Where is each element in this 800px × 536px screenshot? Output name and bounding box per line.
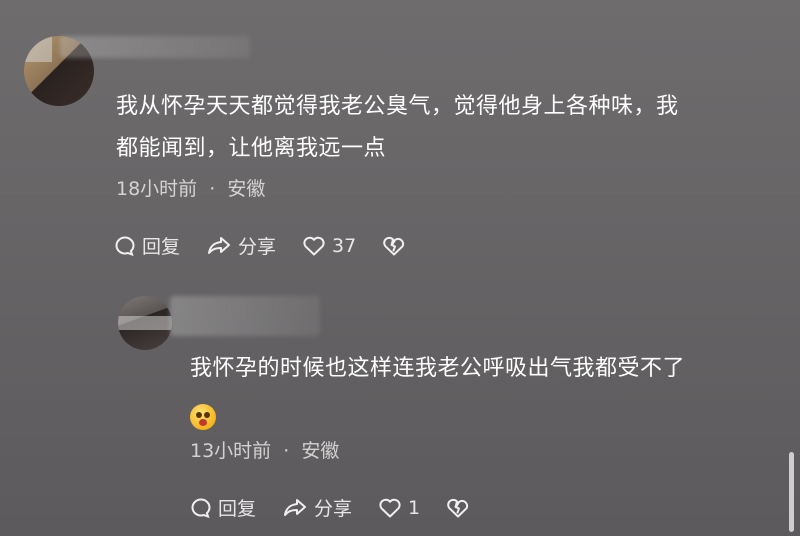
timestamp: 13小时前 — [190, 440, 272, 462]
heart-icon — [379, 498, 401, 517]
comment-icon — [115, 235, 135, 256]
astonished-face-emoji — [190, 404, 216, 430]
avatar-blur — [118, 316, 172, 330]
dislike-heart-icon — [447, 498, 469, 517]
location: 安徽 — [227, 178, 266, 200]
scrollbar[interactable] — [789, 452, 794, 532]
reply-label: 回复 — [218, 498, 257, 520]
dislike-heart-icon — [383, 236, 405, 255]
dislike-button[interactable] — [382, 235, 412, 257]
reply-comment-item: 我怀孕的时候也这样连我老公呼吸出气我都受不了 13小时前 · 安徽 回复 分享 … — [0, 280, 800, 530]
avatar[interactable] — [118, 296, 172, 350]
share-icon — [208, 236, 231, 254]
reply-label: 回复 — [142, 236, 181, 258]
comment-meta: 13小时前 · 安徽 — [190, 436, 339, 463]
comment-text-line: 我从怀孕天天都觉得我老公臭气，觉得他身上各种味，我 — [116, 94, 679, 119]
like-button[interactable]: 1 — [378, 497, 420, 519]
comment-meta: 18小时前 · 安徽 — [116, 174, 265, 201]
avatar-blur — [24, 36, 52, 62]
share-label: 分享 — [314, 498, 353, 520]
comment-text-line: 都能闻到，让他离我远一点 — [116, 136, 387, 161]
username-blurred[interactable] — [170, 296, 320, 336]
comment-text-line: 我怀孕的时候也这样连我老公呼吸出气我都受不了 — [190, 356, 686, 381]
separator: · — [209, 178, 216, 200]
share-label: 分享 — [238, 236, 277, 258]
comment-icon — [191, 497, 211, 518]
comment-text: 我从怀孕天天都觉得我老公臭气，觉得他身上各种味，我 都能闻到，让他离我远一点 — [116, 86, 776, 170]
emoji-line — [190, 390, 770, 438]
separator: · — [283, 440, 290, 462]
dislike-button[interactable] — [446, 497, 476, 519]
comment-item: 我从怀孕天天都觉得我老公臭气，觉得他身上各种味，我 都能闻到，让他离我远一点 1… — [0, 0, 800, 270]
like-button[interactable]: 37 — [302, 235, 356, 257]
reply-button[interactable]: 回复 — [190, 494, 256, 521]
timestamp: 18小时前 — [116, 178, 198, 200]
comment-actions: 回复 分享 37 — [114, 232, 438, 259]
share-button[interactable]: 分享 — [282, 494, 352, 521]
location: 安徽 — [301, 440, 340, 462]
like-count: 37 — [332, 234, 357, 257]
share-icon — [284, 498, 307, 516]
share-button[interactable]: 分享 — [206, 232, 276, 259]
comment-text: 我怀孕的时候也这样连我老公呼吸出气我都受不了 — [190, 348, 770, 438]
like-count: 1 — [408, 496, 421, 519]
reply-button[interactable]: 回复 — [114, 232, 180, 259]
username-blurred[interactable] — [60, 36, 250, 58]
heart-icon — [303, 236, 325, 255]
comment-actions: 回复 分享 1 — [190, 494, 502, 521]
